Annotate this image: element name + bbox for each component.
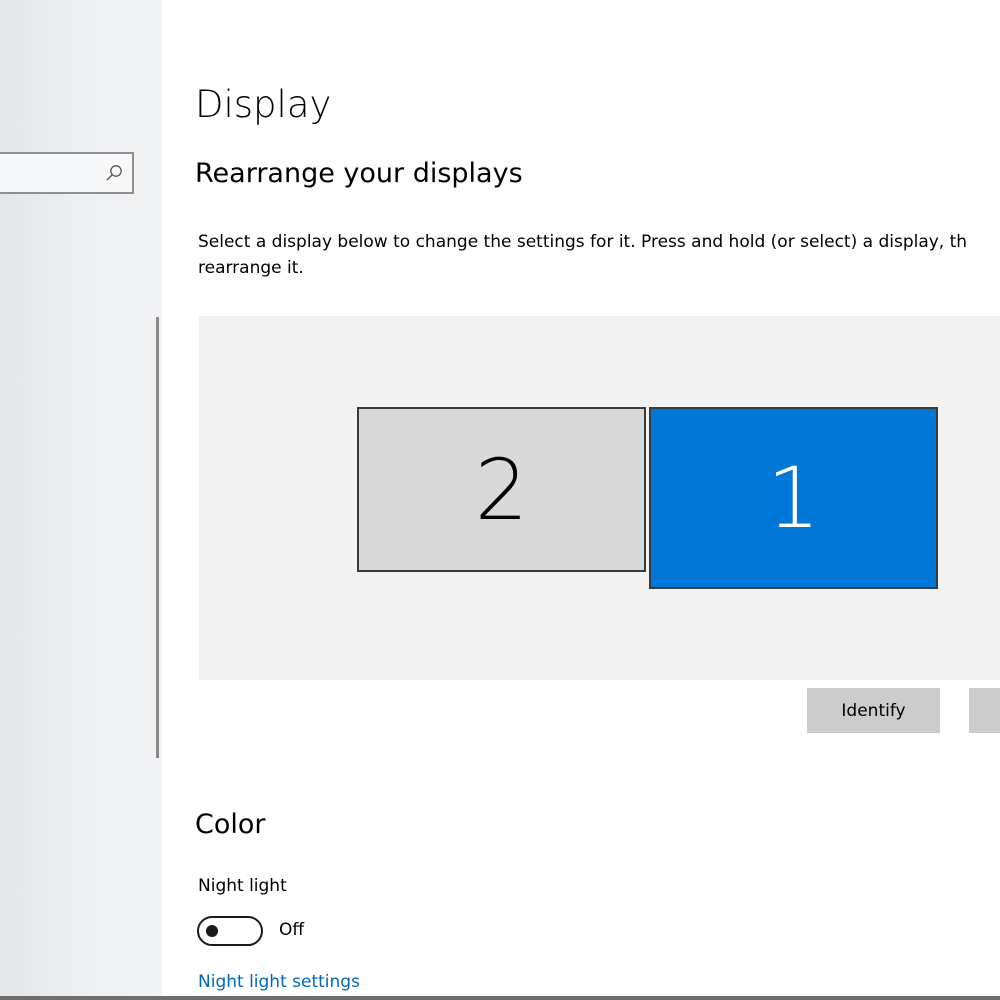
night-light-label: Night light (198, 876, 287, 896)
settings-sidebar (0, 0, 162, 996)
search-input[interactable] (0, 152, 134, 194)
page-title: Display (195, 83, 332, 126)
night-light-toggle[interactable] (197, 916, 263, 946)
display-arrangement-area[interactable]: 2 1 (199, 316, 1000, 680)
night-light-settings-link[interactable]: Night light settings (198, 972, 360, 992)
toggle-knob (206, 925, 218, 937)
display-2-tile[interactable]: 2 (357, 407, 646, 572)
display-1-tile[interactable]: 1 (649, 407, 938, 589)
search-icon[interactable] (105, 164, 123, 182)
rearrange-section-title: Rearrange your displays (195, 158, 523, 189)
detect-button[interactable] (969, 688, 1000, 733)
identify-button[interactable]: Identify (807, 688, 940, 733)
rearrange-description-line-2: rearrange it. (198, 258, 304, 278)
window-bottom-border (0, 996, 1000, 1000)
display-settings-page: Display Rearrange your displays Select a… (162, 0, 1000, 1000)
color-section-title: Color (195, 809, 266, 840)
rearrange-description: Select a display below to change the set… (198, 229, 1000, 281)
sidebar-scrollbar[interactable] (156, 317, 159, 758)
rearrange-description-line-1: Select a display below to change the set… (198, 232, 968, 252)
night-light-state: Off (279, 920, 305, 940)
